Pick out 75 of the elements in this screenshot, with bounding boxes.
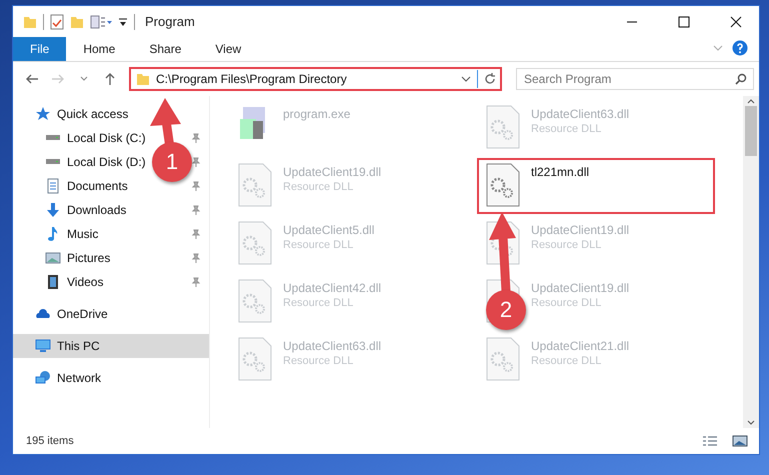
file-type: Resource DLL: [283, 181, 354, 193]
sidebar-item[interactable]: Downloads: [45, 202, 126, 218]
sidebar-item[interactable]: Music: [45, 226, 98, 242]
gears-file-icon: [485, 105, 521, 149]
sidebar-item[interactable]: Local Disk (D:): [45, 155, 146, 169]
file-type: Resource DLL: [531, 239, 602, 251]
properties-icon: [90, 14, 112, 28]
scrollbar[interactable]: [743, 96, 759, 428]
back-arrow-icon: [25, 73, 39, 85]
file-name: program.exe: [283, 107, 350, 121]
address-bar[interactable]: C:\Program Files\Program Directory: [129, 67, 502, 91]
file-type: Resource DLL: [531, 297, 602, 309]
drive-icon: [45, 135, 61, 141]
ribbon-tab[interactable]: File: [13, 37, 66, 61]
sidebar-item[interactable]: Network: [35, 370, 102, 386]
picture-icon: [732, 435, 748, 447]
dropdown-icon: [118, 16, 128, 26]
picture-icon: [45, 250, 61, 266]
file-name: UpdateClient19.dll: [531, 223, 630, 237]
file-type: Resource DLL: [283, 355, 354, 367]
details-view-icon: [702, 435, 718, 447]
down-arrow-icon: [45, 202, 61, 218]
file-type: Resource DLL: [531, 123, 602, 135]
monitor-icon: [35, 338, 51, 354]
ribbon-tab[interactable]: Home: [66, 37, 132, 61]
file-name: UpdateClient21.dll: [531, 339, 630, 353]
sidebar-item[interactable]: OneDrive: [35, 306, 108, 322]
chevron-down-icon: [80, 76, 88, 82]
sidebar-item[interactable]: Pictures: [45, 250, 110, 266]
refresh-icon: [484, 73, 496, 85]
file-name: UpdateClient42.dll: [283, 281, 382, 295]
drive-icon: [45, 159, 61, 165]
file-name: UpdateClient63.dll: [283, 339, 382, 353]
search-icon: [735, 73, 747, 85]
folder-icon: [23, 14, 37, 28]
file-item[interactable]: tl221mn.dll: [477, 158, 715, 214]
forward-arrow-icon: [51, 73, 65, 85]
sidebar-item[interactable]: Videos: [45, 274, 104, 290]
ribbon-tab[interactable]: Share: [132, 37, 198, 61]
sidebar-item[interactable]: This PC: [35, 338, 100, 354]
network-icon: [35, 370, 51, 386]
document-icon: [45, 178, 61, 194]
up-arrow-icon: [104, 72, 116, 86]
file-name: UpdateClient19.dll: [283, 165, 382, 179]
file-name: UpdateClient5.dll: [283, 223, 374, 237]
file-name: UpdateClient19.dll: [531, 281, 630, 295]
sidebar-item[interactable]: Documents: [45, 178, 128, 194]
file-type: Resource DLL: [283, 239, 354, 251]
chevron-down-icon: [461, 75, 471, 83]
file-name: UpdateClient63.dll: [531, 107, 630, 121]
search-field[interactable]: Search Program: [516, 68, 754, 90]
folder-icon: [136, 72, 150, 86]
gears-file-icon: [485, 337, 521, 381]
gears-file-icon: [237, 279, 273, 323]
gears-file-icon: [237, 221, 273, 265]
gears-file-icon: [485, 163, 521, 207]
folder-icon: [70, 14, 84, 28]
file-name: tl221mn.dll: [531, 165, 590, 179]
maximize-icon: [678, 16, 690, 28]
window-title: Program: [145, 14, 196, 29]
help-icon: [732, 40, 748, 56]
scrollbar-thumb[interactable]: [745, 106, 757, 156]
star-icon: [35, 106, 51, 122]
ribbon-tab[interactable]: View: [198, 37, 258, 61]
gears-file-icon: [237, 163, 273, 207]
file-type: Resource DLL: [283, 297, 354, 309]
item-count: 195 items: [26, 435, 75, 447]
file-type: Resource DLL: [531, 355, 602, 367]
sidebar-item[interactable]: Quick access: [35, 106, 128, 122]
checklist-icon: [50, 14, 64, 30]
chevron-down-icon: [713, 44, 723, 52]
sidebar-item[interactable]: Local Disk (C:): [45, 131, 146, 145]
close-icon: [730, 16, 742, 28]
film-icon: [45, 274, 61, 290]
gears-file-icon: [237, 337, 273, 381]
